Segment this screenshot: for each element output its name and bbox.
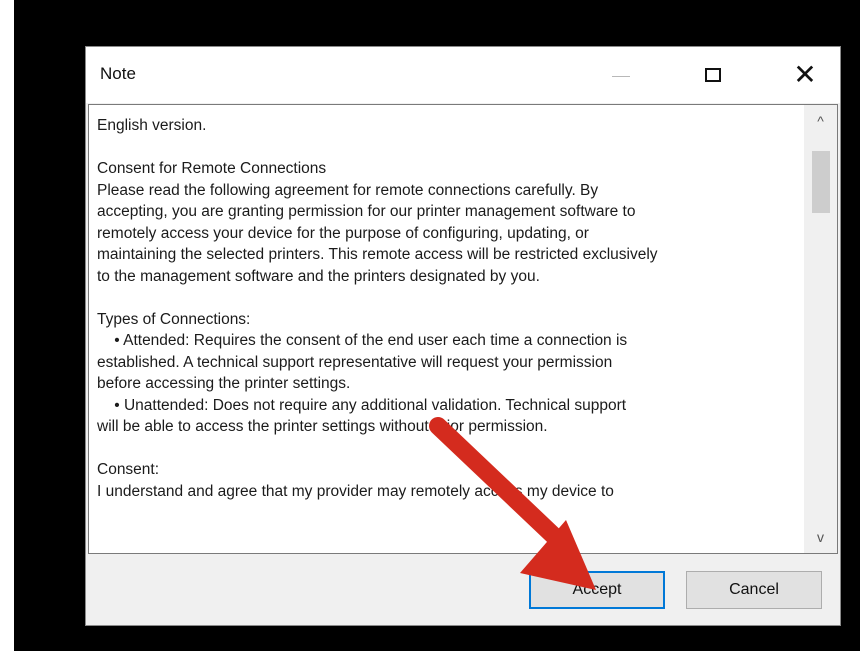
maximize-button[interactable] xyxy=(684,47,742,103)
vertical-scrollbar[interactable]: ^ v xyxy=(804,105,837,553)
dialog-title: Note xyxy=(100,64,136,83)
minimize-icon xyxy=(612,75,630,77)
scroll-down-icon: v xyxy=(817,529,824,545)
title-bar[interactable]: Note ✕ xyxy=(86,47,840,103)
note-dialog: Note ✕ English version. Consent for Remo… xyxy=(85,46,841,626)
agreement-text-area[interactable]: English version. Consent for Remote Conn… xyxy=(88,104,838,554)
close-button[interactable]: ✕ xyxy=(776,47,834,103)
close-icon: ✕ xyxy=(793,58,817,91)
agreement-text: English version. Consent for Remote Conn… xyxy=(97,117,658,500)
cancel-button[interactable]: Cancel xyxy=(686,571,822,609)
scroll-up-button[interactable]: ^ xyxy=(804,105,837,137)
scroll-up-icon: ^ xyxy=(817,113,824,129)
minimize-button[interactable] xyxy=(592,47,650,103)
scroll-thumb[interactable] xyxy=(812,151,830,213)
accept-button[interactable]: Accept xyxy=(529,571,665,609)
scroll-down-button[interactable]: v xyxy=(804,521,837,553)
maximize-icon xyxy=(705,68,721,82)
